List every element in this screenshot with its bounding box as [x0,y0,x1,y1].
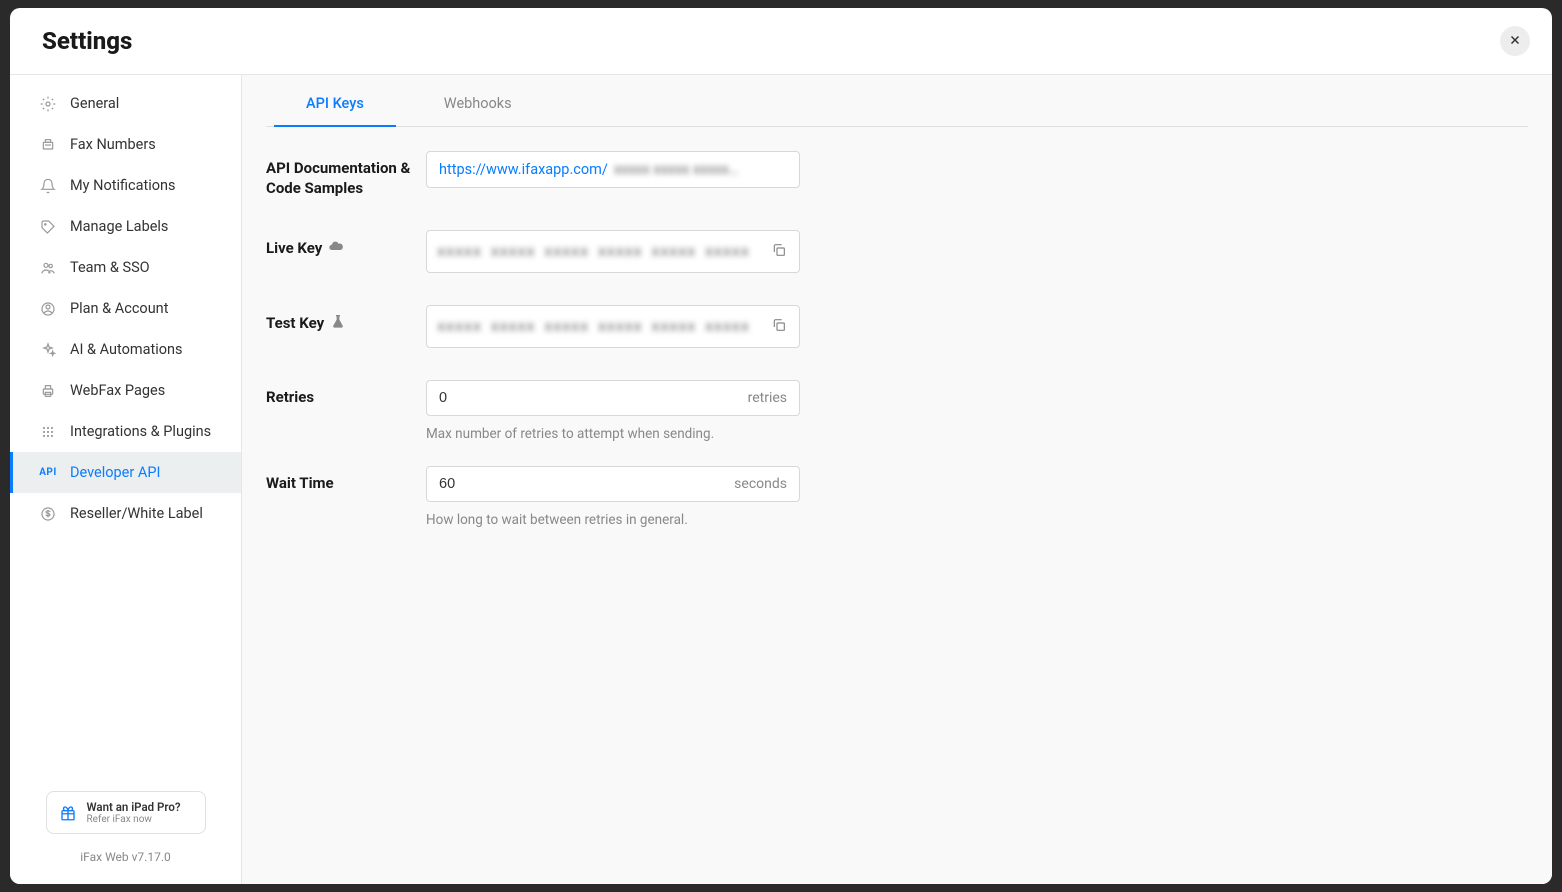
settings-modal: Settings General Fax Numbers [10,8,1552,884]
sidebar-item-labels[interactable]: Manage Labels [10,206,241,247]
sidebar-item-team[interactable]: Team & SSO [10,247,241,288]
tab-api-keys[interactable]: API Keys [266,75,404,126]
dollar-circle-icon [40,506,56,522]
copy-icon [771,317,787,336]
sidebar-item-webfax[interactable]: WebFax Pages [10,370,241,411]
grid-icon [40,424,56,440]
wait-time-help: How long to wait between retries in gene… [426,512,800,528]
wait-time-field: seconds [426,466,800,502]
user-circle-icon [40,301,56,317]
sidebar-item-label: Integrations & Plugins [70,423,211,440]
close-button[interactable] [1500,26,1530,56]
sidebar-item-developer-api[interactable]: API Developer API [10,452,241,493]
sidebar-item-general[interactable]: General [10,83,241,124]
close-icon [1508,33,1522,50]
copy-test-key-button[interactable] [769,315,789,338]
users-icon [40,260,56,276]
test-key-label-text: Test Key [266,314,324,334]
retries-field: retries [426,380,800,416]
row-documentation: API Documentation & Code Samples https:/… [266,151,1528,198]
sidebar-item-label: Manage Labels [70,218,168,235]
promo-text: Want an iPad Pro? Refer iFax now [87,800,181,825]
version-text: iFax Web v7.17.0 [30,850,221,864]
row-retries: Retries retries Max number of retries to… [266,380,1528,442]
copy-live-key-button[interactable] [769,240,789,263]
live-key-label: Live Key [266,230,426,260]
gear-icon [40,96,56,112]
bell-icon [40,178,56,194]
doc-link-prefix: https://www.ifaxapp.com/ [439,161,608,178]
sidebar-item-label: My Notifications [70,177,176,194]
row-wait-time: Wait Time seconds How long to wait betwe… [266,466,1528,528]
retries-unit: retries [748,390,787,406]
sidebar: General Fax Numbers My Notifications [10,75,242,884]
sidebar-item-label: AI & Automations [70,341,183,358]
modal-header: Settings [10,8,1552,75]
tabs: API Keys Webhooks [266,75,1528,127]
row-live-key: Live Key xxxxx xxxxx xxxxx xxxxx xxxxx x… [266,230,1528,273]
sidebar-item-label: Plan & Account [70,300,168,317]
sidebar-item-label: Team & SSO [70,259,150,276]
sidebar-item-label: Developer API [70,464,160,481]
sidebar-item-label: WebFax Pages [70,382,165,399]
wait-time-label: Wait Time [266,466,426,494]
test-key-value: xxxxx xxxxx xxxxx xxxxx xxxxx xxxxx [437,319,750,335]
modal-body: General Fax Numbers My Notifications [10,75,1552,884]
promo-card[interactable]: Want an iPad Pro? Refer iFax now [46,791,206,834]
gift-icon [59,804,77,822]
tag-icon [40,219,56,235]
cloud-icon [328,238,344,260]
sidebar-item-notifications[interactable]: My Notifications [10,165,241,206]
sidebar-item-ai[interactable]: AI & Automations [10,329,241,370]
sidebar-footer: Want an iPad Pro? Refer iFax now iFax We… [10,777,241,884]
page-title: Settings [42,27,132,55]
api-keys-form: API Documentation & Code Samples https:/… [266,127,1528,584]
row-test-key: Test Key xxxxx xxxxx xxxxx xxxxx xxxxx x… [266,305,1528,348]
sidebar-item-reseller[interactable]: Reseller/White Label [10,493,241,534]
retries-input[interactable] [439,390,648,406]
sidebar-nav: General Fax Numbers My Notifications [10,83,241,777]
test-key-label: Test Key [266,305,426,335]
sidebar-item-label: General [70,95,119,112]
wait-time-input[interactable] [439,476,648,492]
promo-subtitle: Refer iFax now [87,814,181,825]
doc-link-blurred: xxxxx xxxxx xxxxx… [614,161,739,178]
sidebar-item-plan[interactable]: Plan & Account [10,288,241,329]
wait-time-unit: seconds [734,476,787,492]
tab-webhooks[interactable]: Webhooks [404,75,552,126]
live-key-value: xxxxx xxxxx xxxxx xxxxx xxxxx xxxxx [437,244,750,260]
sparkle-icon [40,342,56,358]
sidebar-item-label: Reseller/White Label [70,505,203,522]
printer-icon [40,383,56,399]
fax-icon [40,137,56,153]
doc-label: API Documentation & Code Samples [266,151,426,198]
retries-label: Retries [266,380,426,408]
content-panel: API Keys Webhooks API Documentation & Co… [242,75,1552,884]
live-key-field: xxxxx xxxxx xxxxx xxxxx xxxxx xxxxx [426,230,800,273]
api-icon: API [40,465,56,481]
sidebar-item-integrations[interactable]: Integrations & Plugins [10,411,241,452]
test-key-field: xxxxx xxxxx xxxxx xxxxx xxxxx xxxxx [426,305,800,348]
promo-title: Want an iPad Pro? [87,800,181,814]
live-key-label-text: Live Key [266,239,322,259]
doc-link-field[interactable]: https://www.ifaxapp.com/xxxxx xxxxx xxxx… [426,151,800,188]
retries-help: Max number of retries to attempt when se… [426,426,800,442]
sidebar-item-label: Fax Numbers [70,136,156,153]
copy-icon [771,242,787,261]
flask-icon [330,313,346,335]
sidebar-item-fax-numbers[interactable]: Fax Numbers [10,124,241,165]
